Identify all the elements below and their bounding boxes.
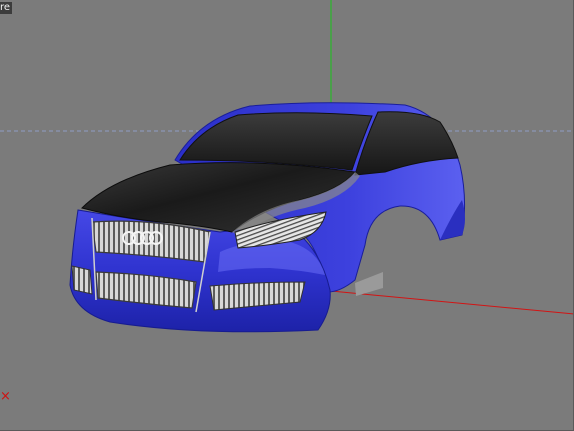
axis-origin-marker: × bbox=[0, 389, 11, 404]
x-axis-line bbox=[330, 290, 573, 315]
3d-viewport[interactable]: re × bbox=[0, 0, 574, 431]
scene-canvas bbox=[0, 0, 573, 333]
fog-lamp-left bbox=[71, 265, 93, 295]
car-model[interactable] bbox=[69, 102, 466, 333]
rear-underbody bbox=[355, 272, 383, 296]
